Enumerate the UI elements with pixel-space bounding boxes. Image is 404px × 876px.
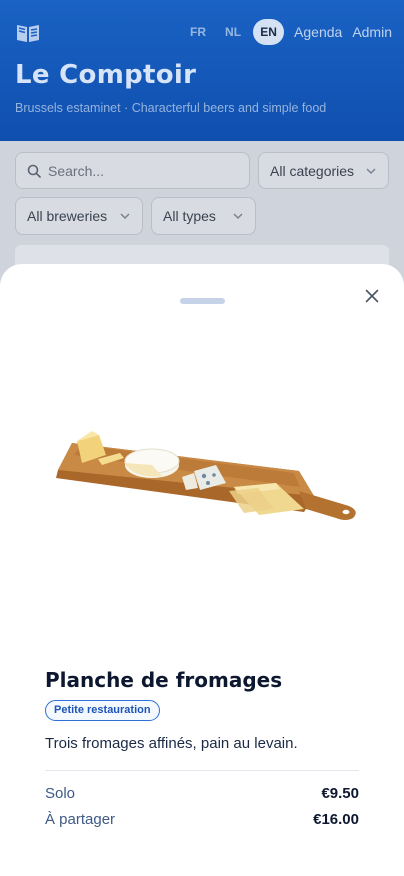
- search-icon: [27, 164, 41, 178]
- item-detail-sheet: Planche de fromages Petite restauration …: [0, 264, 404, 876]
- category-select[interactable]: All categories: [258, 152, 389, 189]
- price-row: À partager €16.00: [45, 811, 359, 828]
- type-select-value: All types: [163, 208, 216, 224]
- chevron-down-icon: [366, 167, 376, 174]
- lang-nl[interactable]: NL: [225, 19, 241, 45]
- brewery-select-value: All breweries: [27, 208, 108, 224]
- type-select[interactable]: All types: [151, 197, 256, 235]
- category-badge: Petite restauration: [45, 700, 160, 721]
- menu-book-icon[interactable]: [16, 23, 40, 43]
- divider: [45, 770, 359, 771]
- nav-agenda[interactable]: Agenda: [294, 19, 342, 45]
- language-nav: FR NL EN Agenda Admin: [171, 19, 392, 45]
- price-row: Solo €9.50: [45, 785, 359, 802]
- price-label: Solo: [45, 785, 76, 802]
- brewery-select[interactable]: All breweries: [15, 197, 143, 235]
- page-subtitle: Brussels estaminet · Characterful beers …: [15, 101, 327, 115]
- price-amount: €16.00: [313, 811, 359, 828]
- close-icon: [365, 289, 379, 303]
- app-header: FR NL EN Agenda Admin Le Comptoir Brusse…: [0, 0, 404, 141]
- item-name: Planche de fromages: [45, 668, 283, 692]
- lang-fr[interactable]: FR: [190, 19, 206, 45]
- price-label: À partager: [45, 811, 116, 828]
- chevron-down-icon: [233, 213, 243, 220]
- drag-handle[interactable]: [180, 298, 225, 304]
- search-placeholder: Search...: [48, 162, 105, 179]
- category-select-value: All categories: [270, 162, 355, 179]
- price-amount: €9.50: [321, 785, 359, 802]
- nav-admin[interactable]: Admin: [352, 19, 392, 45]
- close-button[interactable]: [362, 286, 382, 306]
- cheese-board-image: [56, 431, 356, 520]
- chevron-down-icon: [120, 213, 130, 220]
- item-description: Trois fromages affinés, pain au levain.: [45, 735, 298, 752]
- lang-en[interactable]: EN: [253, 19, 285, 45]
- search-input[interactable]: Search...: [15, 152, 250, 189]
- page-title: Le Comptoir: [15, 60, 197, 90]
